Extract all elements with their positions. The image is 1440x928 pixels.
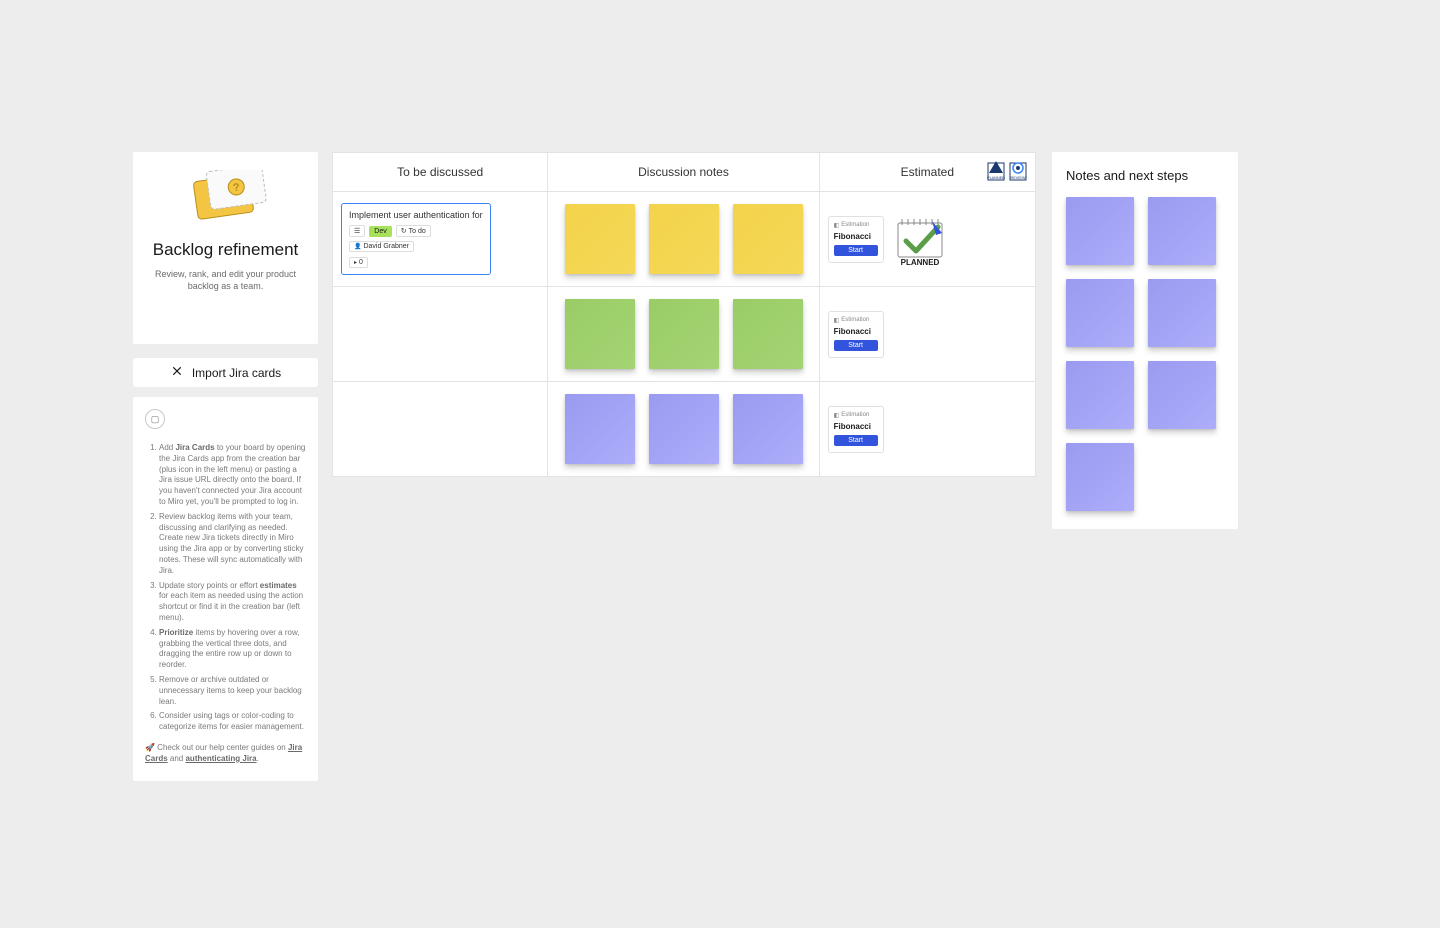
sticky-note[interactable]	[565, 299, 635, 369]
svg-text:PLANNED: PLANNED	[987, 176, 1005, 180]
instruction-item: Consider using tags or color-coding to c…	[159, 711, 306, 733]
col-discussion-notes: Discussion notes	[548, 153, 819, 191]
sticky-note[interactable]	[1066, 197, 1134, 265]
estimation-start-button[interactable]: Start	[834, 245, 878, 256]
info-icon: ▢	[145, 409, 165, 429]
planned-badge-icon: PLANNED	[987, 159, 1005, 181]
cards-illustration-icon: ?	[182, 170, 270, 228]
import-jira-button[interactable]: Import Jira cards	[133, 358, 318, 387]
estimation-label: Estimation	[834, 222, 878, 229]
col-estimated: Estimated PLANNED REVIEW	[820, 153, 1035, 191]
instructions-list: Add Jira Cards to your board by opening …	[145, 443, 306, 733]
estimation-start-button[interactable]: Start	[834, 340, 878, 351]
estimation-name: Fibonacci	[834, 422, 878, 431]
review-badge-icon: REVIEW	[1009, 159, 1027, 181]
jira-icon	[170, 364, 184, 381]
instructions-card: ▢ Add Jira Cards to your board by openin…	[133, 397, 318, 781]
template-info-card: ? Backlog refinement Review, rank, and e…	[133, 152, 318, 344]
svg-text:REVIEW: REVIEW	[1011, 176, 1026, 180]
jira-card[interactable]: Implement user authentication for ☰ Dev …	[341, 203, 491, 275]
header-status-badges: PLANNED REVIEW	[987, 159, 1027, 181]
jira-assignee-chip: David Grabner	[349, 241, 414, 252]
svg-text:PLANNED: PLANNED	[900, 258, 939, 267]
sticky-note[interactable]	[1148, 361, 1216, 429]
sticky-note[interactable]	[733, 394, 803, 464]
sticky-note[interactable]	[649, 394, 719, 464]
estimation-label: Estimation	[834, 317, 878, 324]
sticky-note[interactable]	[1148, 197, 1216, 265]
grid-row[interactable]: Estimation Fibonacci Start	[333, 381, 1035, 476]
sticky-note[interactable]	[1066, 443, 1134, 511]
instructions-footer: 🚀 Check out our help center guides on Ji…	[145, 743, 306, 765]
template-title: Backlog refinement	[147, 240, 304, 260]
import-jira-label: Import Jira cards	[192, 366, 281, 380]
jira-card-title: Implement user authentication for	[349, 210, 483, 220]
planned-stamp-icon: PLANNED	[894, 211, 946, 267]
sticky-note[interactable]	[649, 299, 719, 369]
estimation-start-button[interactable]: Start	[834, 435, 878, 446]
refinement-grid: To be discussed Discussion notes Estimat…	[332, 152, 1036, 477]
jira-dev-chip: Dev	[369, 226, 391, 237]
notes-panel: Notes and next steps	[1052, 152, 1238, 529]
jira-expand-chip[interactable]: 0	[349, 257, 368, 268]
notes-sticky-grid	[1066, 197, 1224, 511]
instruction-item: Update story points or effort estimates …	[159, 581, 306, 624]
auth-jira-link[interactable]: authenticating Jira	[185, 754, 256, 763]
estimation-label: Estimation	[834, 412, 878, 419]
grid-row[interactable]: Implement user authentication for ☰ Dev …	[333, 191, 1035, 286]
estimation-widget[interactable]: Estimation Fibonacci Start	[828, 216, 884, 263]
estimation-widget[interactable]: Estimation Fibonacci Start	[828, 311, 884, 358]
instruction-item: Add Jira Cards to your board by opening …	[159, 443, 306, 508]
sticky-note[interactable]	[733, 204, 803, 274]
jira-status-chip: To do	[396, 225, 431, 237]
instruction-item: Prioritize items by hovering over a row,…	[159, 628, 306, 671]
estimation-name: Fibonacci	[834, 232, 878, 241]
sticky-note[interactable]	[1066, 361, 1134, 429]
instruction-item: Remove or archive outdated or unnecessar…	[159, 675, 306, 707]
sticky-note[interactable]	[733, 299, 803, 369]
estimation-name: Fibonacci	[834, 327, 878, 336]
instruction-item: Review backlog items with your team, dis…	[159, 512, 306, 577]
sticky-note[interactable]	[565, 204, 635, 274]
grid-header: To be discussed Discussion notes Estimat…	[333, 153, 1035, 191]
grid-row[interactable]: Estimation Fibonacci Start	[333, 286, 1035, 381]
sticky-note[interactable]	[649, 204, 719, 274]
jira-type-chip: ☰	[349, 225, 365, 237]
col-to-be-discussed: To be discussed	[333, 153, 548, 191]
sticky-note[interactable]	[1148, 279, 1216, 347]
sticky-note[interactable]	[565, 394, 635, 464]
estimation-widget[interactable]: Estimation Fibonacci Start	[828, 406, 884, 453]
template-subtitle: Review, rank, and edit your product back…	[147, 268, 304, 292]
sticky-note[interactable]	[1066, 279, 1134, 347]
notes-title: Notes and next steps	[1066, 168, 1224, 183]
